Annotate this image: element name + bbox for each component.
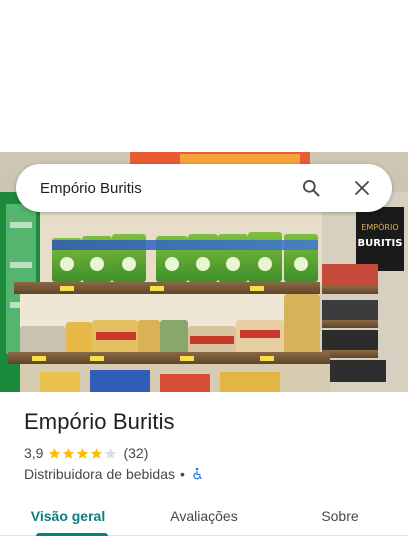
search-input[interactable] <box>16 164 299 212</box>
star-icon <box>77 447 89 459</box>
place-tabs: Visão geral Avaliações Sobre <box>0 496 408 536</box>
separator-dot: • <box>179 465 185 482</box>
star-icon <box>63 447 75 459</box>
sign-text-bottom: BURITIS <box>358 238 403 249</box>
search-button[interactable] <box>299 176 323 200</box>
review-count: (32) <box>123 445 149 461</box>
rating-stars <box>48 447 118 460</box>
place-category: Distribuidora de bebidas <box>24 465 175 482</box>
search-box <box>16 164 392 212</box>
tab-overview[interactable]: Visão geral <box>0 496 136 536</box>
close-button[interactable] <box>350 176 374 200</box>
rating-row[interactable]: 3,9 (32) <box>24 445 148 461</box>
close-icon <box>355 181 369 195</box>
tab-reviews[interactable]: Avaliações <box>136 496 272 535</box>
rating-value: 3,9 <box>24 445 44 461</box>
wheelchair-icon <box>193 467 202 479</box>
search-icon <box>303 180 320 197</box>
star-icon <box>91 447 103 459</box>
sign-text-top: EMPÓRIO <box>361 221 398 232</box>
category-row: Distribuidora de bebidas • <box>24 465 204 482</box>
place-title: Empório Buritis <box>24 409 175 434</box>
star-empty-icon <box>105 447 117 459</box>
tab-about[interactable]: Sobre <box>272 496 408 535</box>
star-icon <box>49 447 61 459</box>
